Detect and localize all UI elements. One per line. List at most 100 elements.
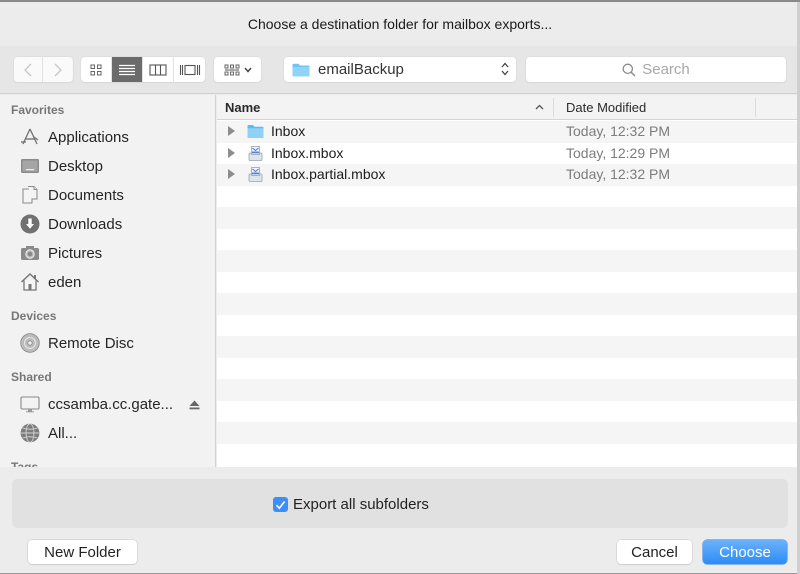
folder-icon xyxy=(292,63,310,76)
sidebar-heading-tags: Tags xyxy=(11,460,39,467)
mbox-file-icon xyxy=(248,167,263,182)
column-header-name[interactable]: Name xyxy=(225,100,260,115)
empty-row xyxy=(217,293,800,315)
sidebar-item-documents[interactable]: Documents xyxy=(20,184,210,206)
sidebar-item-label: Documents xyxy=(48,186,124,204)
sidebar-item-all-shared[interactable]: All... xyxy=(20,422,210,444)
chevron-down-icon xyxy=(243,67,252,73)
empty-row xyxy=(217,207,800,229)
sidebar-heading-favorites: Favorites xyxy=(11,103,65,117)
back-button[interactable] xyxy=(14,57,43,82)
mbox-file-icon xyxy=(248,145,263,161)
file-name: Inbox.mbox xyxy=(271,144,344,161)
icon-view-button[interactable] xyxy=(81,57,112,82)
sidebar-item-label: Downloads xyxy=(48,215,123,233)
forward-button[interactable] xyxy=(43,57,72,82)
new-folder-button[interactable]: New Folder xyxy=(28,540,137,564)
dialog-title: Choose a destination folder for mailbox … xyxy=(0,2,800,46)
column-view-button[interactable] xyxy=(143,57,174,82)
choose-folder-dialog: Choose a destination folder for mailbox … xyxy=(0,0,800,574)
cancel-button[interactable]: Cancel xyxy=(617,540,692,564)
disclosure-triangle-icon[interactable] xyxy=(228,147,235,158)
choose-button[interactable]: Choose xyxy=(703,540,787,564)
export-subfolders-label[interactable]: Export all subfolders xyxy=(293,496,429,513)
sidebar-item-ccsamba[interactable]: ccsamba.cc.gate... xyxy=(20,393,210,415)
file-rows: Inbox Today, 12:32 PM Inbox.mbox Today, … xyxy=(217,121,800,465)
export-subfolders-checkbox[interactable] xyxy=(273,497,288,512)
arrange-button-inner[interactable] xyxy=(214,57,261,82)
sidebar-item-label: Applications xyxy=(48,128,129,146)
column-header: Name Date Modified xyxy=(217,95,800,120)
monitor-icon xyxy=(20,394,40,414)
sidebar-item-home[interactable]: eden xyxy=(20,271,210,293)
list-view-button[interactable] xyxy=(112,57,143,82)
eject-icon[interactable] xyxy=(189,400,200,410)
applications-icon xyxy=(20,127,40,147)
network-globe-icon xyxy=(20,423,40,443)
sidebar-heading-shared: Shared xyxy=(11,370,52,384)
arrange-menu-button[interactable] xyxy=(214,57,261,82)
column-divider[interactable] xyxy=(553,98,554,117)
list-icon xyxy=(119,64,135,75)
empty-row xyxy=(217,314,800,336)
empty-row xyxy=(217,185,800,207)
camera-icon xyxy=(20,243,40,263)
column-divider[interactable] xyxy=(755,98,756,117)
empty-row xyxy=(217,422,800,444)
documents-icon xyxy=(20,185,40,205)
sidebar-heading-devices: Devices xyxy=(11,309,57,323)
arrange-grid-icon xyxy=(224,64,239,75)
sidebar-item-label: ccsamba.cc.gate... xyxy=(48,395,174,413)
coverflow-view-button[interactable] xyxy=(174,57,205,82)
disclosure-triangle-icon[interactable] xyxy=(228,169,235,179)
sidebar-item-desktop[interactable]: Desktop xyxy=(20,155,210,177)
columns-icon xyxy=(149,63,167,76)
sidebar-item-label: eden xyxy=(48,273,82,291)
grid-icon xyxy=(90,64,102,75)
file-row-inbox-mbox[interactable]: Inbox.mbox Today, 12:29 PM xyxy=(217,142,800,164)
empty-row xyxy=(217,336,800,358)
sidebar-item-label: All... xyxy=(48,424,78,442)
file-name: Inbox.partial.mbox xyxy=(271,166,386,182)
home-icon xyxy=(20,272,40,292)
sidebar-item-applications[interactable]: Applications xyxy=(20,126,210,148)
location-popup[interactable]: emailBackup xyxy=(284,57,516,82)
file-row-inbox-partial-mbox[interactable]: Inbox.partial.mbox Today, 12:32 PM xyxy=(217,164,800,186)
empty-row xyxy=(217,271,800,293)
disc-icon xyxy=(20,333,40,353)
empty-row xyxy=(217,443,800,465)
file-date: Today, 12:32 PM xyxy=(566,166,671,182)
empty-row xyxy=(217,400,800,422)
search-placeholder: Search xyxy=(642,61,690,78)
search-field[interactable]: Search xyxy=(526,57,786,82)
sidebar-item-downloads[interactable]: Downloads xyxy=(20,213,210,235)
location-label: emailBackup xyxy=(318,61,404,78)
empty-row xyxy=(217,357,800,379)
file-list: Name Date Modified Inbox Today, 12:32 PM… xyxy=(217,95,800,467)
disclosure-triangle-icon[interactable] xyxy=(228,126,235,136)
sort-ascending-icon xyxy=(535,104,544,110)
column-header-date-modified[interactable]: Date Modified xyxy=(566,100,646,115)
file-name: Inbox xyxy=(271,123,306,139)
sidebar-item-pictures[interactable]: Pictures xyxy=(20,242,210,264)
sidebar-item-remote-disc[interactable]: Remote Disc xyxy=(20,332,210,354)
checkmark-icon xyxy=(275,500,286,509)
downloads-icon xyxy=(20,214,40,234)
desktop-icon xyxy=(20,156,40,176)
empty-row xyxy=(217,228,800,250)
folder-icon xyxy=(247,125,264,138)
sidebar-item-label: Desktop xyxy=(48,157,104,175)
chevron-right-icon xyxy=(54,63,62,76)
empty-row xyxy=(217,250,800,272)
toolbar: emailBackup Search xyxy=(0,46,800,94)
search-icon xyxy=(622,63,636,76)
chevron-left-icon xyxy=(24,63,32,76)
file-date: Today, 12:29 PM xyxy=(566,144,671,161)
sidebar-item-label: Remote Disc xyxy=(48,334,134,352)
sidebar: Favorites Applications Desktop Documents… xyxy=(0,95,216,467)
coverflow-icon xyxy=(179,64,200,75)
empty-row xyxy=(217,379,800,401)
file-row-inbox[interactable]: Inbox Today, 12:32 PM xyxy=(217,121,800,143)
file-date: Today, 12:32 PM xyxy=(566,123,671,139)
up-down-arrows-icon xyxy=(501,62,509,76)
